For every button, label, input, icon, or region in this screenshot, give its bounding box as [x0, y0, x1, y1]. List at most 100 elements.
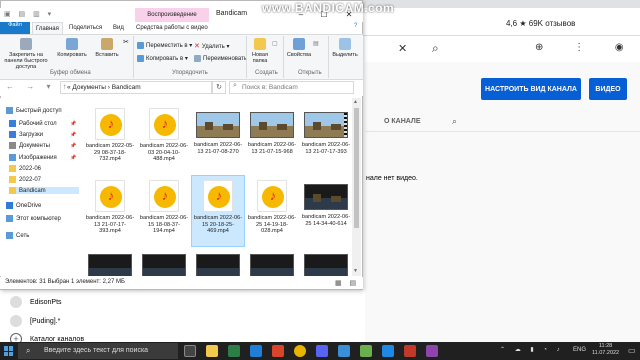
select-icon: [339, 38, 351, 50]
sidebar-item-8[interactable]: Bandicam: [9, 187, 79, 194]
video-button[interactable]: ВИДЕО: [589, 78, 627, 100]
folder-icon: [6, 202, 13, 209]
quick-access-toolbar-icons[interactable]: ▣ ▤ ▥ ▾: [4, 10, 54, 18]
pin-quick-access-button[interactable]: Закрепить на панели быстрого доступа: [4, 38, 48, 70]
clipboard-group-label: Буфер обмена: [50, 70, 91, 76]
sidebar-item-10[interactable]: Этот компьютер: [6, 215, 61, 222]
rename-button[interactable]: Переименовать: [194, 55, 247, 62]
sidebar-item-7[interactable]: 2022-07: [9, 176, 41, 183]
clock[interactable]: 11:28 11.07.2022: [592, 343, 619, 357]
delete-button[interactable]: ✕ Удалить ▾: [194, 42, 229, 50]
tab-home[interactable]: Главная: [32, 22, 63, 34]
search-icon[interactable]: ⌕: [432, 41, 439, 56]
view-toggle-icons[interactable]: ▦ ▤: [335, 279, 359, 287]
sidebar-item-label: Рабочий стол: [19, 120, 57, 127]
app-icon[interactable]: [338, 345, 350, 357]
file-item[interactable]: bandicam 2022-06-13 21-07-08-270: [192, 104, 244, 174]
breadcrumb[interactable]: « Документы › Bandicam: [60, 81, 212, 94]
clear-search-icon[interactable]: ✕: [398, 42, 407, 55]
reviews-badge[interactable]: 4,6 ★ 69K отзывов: [506, 19, 575, 28]
sidebar-item-9[interactable]: OneDrive: [6, 202, 41, 209]
sidebar-item-2[interactable]: Рабочий стол: [9, 120, 57, 127]
file-explorer-icon[interactable]: [206, 345, 218, 357]
sidebar-item-label: OneDrive: [16, 202, 42, 209]
header-icons[interactable]: ⊕ ⋮ ◉: [535, 42, 638, 53]
app-icon[interactable]: [426, 345, 438, 357]
channel-search-icon[interactable]: ⌕: [452, 116, 457, 127]
sidebar-item-4[interactable]: Документы: [9, 142, 50, 149]
store-icon[interactable]: [250, 345, 262, 357]
file-item[interactable]: ♪ bandicam 2022-05-29 08-37-18-732.mp4: [84, 104, 136, 174]
video-thumbnail: [250, 112, 294, 138]
file-item[interactable]: bandicam 2022-06-13 21-07-15-968: [246, 104, 298, 174]
cut-icon[interactable]: ✂: [123, 38, 129, 46]
file-item[interactable]: bandicam 2022-06-13 21-07-17-393: [300, 104, 352, 174]
refresh-icon[interactable]: ↻: [212, 81, 226, 94]
file-item[interactable]: ♪ bandicam 2022-06-13 21-07-17-393.mp4: [84, 176, 136, 246]
sidebar-item-6[interactable]: 2022-06: [9, 165, 41, 172]
move-to-button[interactable]: Переместить в ▾: [137, 42, 192, 49]
watermark: www.BANDICAM.com: [262, 1, 395, 15]
tab-share[interactable]: Поделиться: [66, 22, 105, 34]
help-icon[interactable]: ?: [354, 23, 357, 29]
file-item[interactable]: ♪ bandicam 2022-06-03 20-04-10-488.mp4: [138, 104, 190, 174]
sidebar-item-label: 2022-07: [19, 176, 42, 183]
sidebar-item-subscription[interactable]: [Puding].*: [10, 315, 60, 327]
select-button[interactable]: Выделить: [330, 38, 360, 58]
properties-label: Свойства: [286, 52, 312, 58]
windows-start-icon[interactable]: [4, 346, 14, 356]
folder-icon: [6, 107, 13, 114]
copy-button[interactable]: Копировать: [55, 38, 89, 58]
sidebar-item-label: Этот компьютер: [16, 215, 61, 222]
sidebar-item-3[interactable]: Загрузки: [9, 131, 43, 138]
tab-video-tools[interactable]: Средства работы с видео: [133, 22, 211, 34]
sidebar-item-1[interactable]: Быстрый доступ: [6, 107, 62, 114]
video-thumbnail: [304, 254, 348, 276]
video-thumbnail: [196, 254, 240, 276]
app-icon[interactable]: [360, 345, 372, 357]
notification-icon[interactable]: ▭: [628, 346, 636, 355]
taskbar-search-input[interactable]: Введите здесь текст для поиска: [18, 343, 178, 359]
media-file-icon: ♪: [149, 180, 179, 212]
sidebar-item-subscription[interactable]: EdisonPts: [10, 296, 62, 308]
delete-icon: ✕: [194, 43, 200, 50]
office-icon[interactable]: [272, 345, 284, 357]
copy-to-button[interactable]: Копировать в ▾: [137, 55, 188, 62]
tab-about[interactable]: О КАНАЛЕ: [384, 118, 421, 125]
chrome-icon[interactable]: [294, 345, 306, 357]
divider: [246, 36, 247, 78]
file-name: bandicam 2022-06-13 21-07-17-393: [301, 142, 351, 155]
scroll-down-icon[interactable]: ▼: [353, 268, 358, 274]
pin-icon: 📌: [70, 121, 77, 127]
tab-file[interactable]: Файл: [0, 22, 30, 34]
scroll-up-icon[interactable]: ▲: [353, 99, 358, 105]
system-tray-icons[interactable]: ⌃ ☁ ▮ ◔ ♪: [500, 346, 564, 353]
task-view-icon[interactable]: [184, 345, 196, 357]
folder-icon: [9, 131, 16, 138]
media-file-icon: ♪: [203, 180, 233, 212]
edge-icon[interactable]: [228, 345, 240, 357]
scrollbar-thumb[interactable]: [354, 108, 359, 228]
open-icon[interactable]: ▤: [313, 40, 319, 47]
new-item-icon[interactable]: ▢: [272, 40, 278, 47]
paste-button[interactable]: Вставить: [92, 38, 122, 58]
sidebar-item-5[interactable]: Изображения: [9, 154, 57, 161]
sidebar-item-11[interactable]: Сеть: [6, 232, 29, 239]
new-folder-button[interactable]: Новая папка: [249, 38, 271, 64]
file-item[interactable]: bandicam 2022-06-25 14-34-40-614: [300, 176, 352, 246]
sidebar-item-label: Документы: [19, 142, 50, 149]
language-indicator[interactable]: ENG: [573, 347, 586, 353]
tab-view[interactable]: Вид: [110, 22, 127, 34]
file-name: bandicam 2022-06-13 21-07-15-968: [247, 142, 297, 155]
video-thumbnail: [88, 254, 132, 276]
search-input[interactable]: Поиск в: Bandicam: [229, 81, 354, 94]
file-item[interactable]: ♪ bandicam 2022-06-15 18-08-37-194.mp4: [138, 176, 190, 246]
file-item[interactable]: ♪ bandicam 2022-06-25 14-19-18-028.mp4: [246, 176, 298, 246]
file-item[interactable]: ♪ bandicam 2022-06-15 20-18-25-469.mp4: [191, 175, 245, 247]
app-icon[interactable]: [382, 345, 394, 357]
tab-playback[interactable]: Воспроизведение: [135, 8, 209, 22]
discord-icon[interactable]: [316, 345, 328, 357]
properties-button[interactable]: Свойства: [286, 38, 312, 58]
customize-channel-button[interactable]: НАСТРОИТЬ ВИД КАНАЛА: [481, 78, 581, 100]
bandicam-icon[interactable]: [404, 345, 416, 357]
